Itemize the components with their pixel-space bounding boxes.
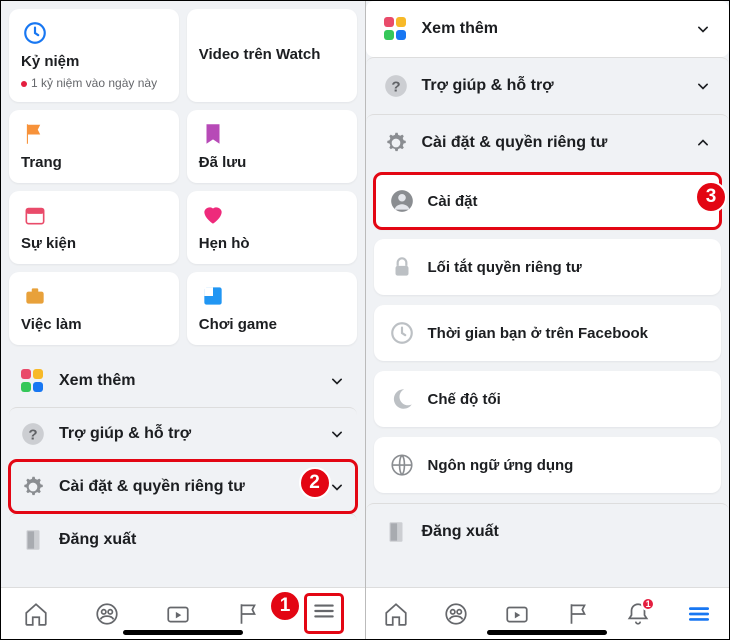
- step-badge-3: 3: [695, 181, 727, 213]
- help-row[interactable]: ? Trợ giúp & hỗ trợ: [366, 57, 730, 114]
- card-label: Sự kiện: [21, 235, 167, 252]
- help-icon: ?: [19, 420, 47, 448]
- tab-watch[interactable]: [164, 600, 192, 628]
- pane-right: Xem thêm ? Trợ giúp & hỗ trợ Cài đặt & q…: [365, 1, 730, 639]
- item-privacy-shortcut[interactable]: Lối tắt quyền riêng tư: [374, 239, 722, 295]
- item-label: Thời gian bạn ở trên Facebook: [428, 325, 649, 342]
- see-more-row[interactable]: Xem thêm: [9, 355, 357, 407]
- card-label: Hẹn hò: [199, 235, 345, 252]
- tab-bar: 1: [1, 587, 365, 639]
- item-label: Cài đặt: [428, 193, 478, 210]
- card-label: Đã lưu: [199, 154, 345, 171]
- see-more-row[interactable]: Xem thêm: [366, 1, 730, 57]
- card-memories[interactable]: Kỷ niệm 1 kỷ niệm vào ngày này: [9, 9, 179, 102]
- card-dating[interactable]: Hẹn hò: [187, 191, 357, 264]
- card-label: Kỷ niệm: [21, 53, 167, 70]
- card-label: Chơi game: [199, 316, 345, 333]
- tab-watch[interactable]: [503, 600, 531, 628]
- item-label: Lối tắt quyền riêng tư: [428, 259, 582, 276]
- card-gaming[interactable]: Chơi game: [187, 272, 357, 345]
- settings-privacy-row[interactable]: Cài đặt & quyền riêng tư 2: [9, 460, 357, 513]
- home-indicator: [123, 630, 243, 635]
- row-label: Trợ giúp & hỗ trợ: [59, 425, 315, 443]
- row-label: Cài đặt & quyền riêng tư: [422, 134, 682, 152]
- card-label: Việc làm: [21, 316, 167, 333]
- row-label: Đăng xuất: [422, 523, 714, 541]
- see-more-icon: [19, 367, 47, 395]
- calendar-icon: [21, 201, 49, 229]
- row-label: Xem thêm: [422, 20, 682, 38]
- card-label: Video trên Watch: [199, 46, 345, 63]
- home-indicator: [487, 630, 607, 635]
- svg-text:?: ?: [391, 78, 400, 95]
- card-jobs[interactable]: Việc làm: [9, 272, 179, 345]
- tab-bar: 1: [366, 587, 730, 639]
- briefcase-icon: [21, 282, 49, 310]
- help-icon: ?: [382, 72, 410, 100]
- door-icon: [382, 518, 410, 546]
- card-watch[interactable]: Video trên Watch: [187, 9, 357, 102]
- card-saved[interactable]: Đã lưu: [187, 110, 357, 183]
- row-label: Cài đặt & quyền riêng tư: [59, 478, 315, 496]
- tab-menu[interactable]: [685, 600, 713, 628]
- card-label: Trang: [21, 154, 167, 171]
- item-label: Chế độ tối: [428, 391, 501, 408]
- row-label: Đăng xuất: [59, 531, 347, 549]
- step-badge-2: 2: [299, 467, 331, 499]
- heart-icon: [199, 201, 227, 229]
- tab-home[interactable]: [22, 600, 50, 628]
- chevron-down-icon: [327, 371, 347, 391]
- settings-submenu: Cài đặt 3 Lối tắt quyền riêng tư Thời gi…: [366, 171, 730, 503]
- svg-text:?: ?: [28, 427, 37, 444]
- item-language[interactable]: Ngôn ngữ ứng dụng: [374, 437, 722, 493]
- tab-menu[interactable]: 1: [305, 594, 343, 633]
- lock-icon: [388, 253, 416, 281]
- item-label: Ngôn ngữ ứng dụng: [428, 457, 574, 474]
- red-dot-icon: [21, 81, 27, 87]
- row-label: Xem thêm: [59, 372, 315, 390]
- chevron-down-icon: [693, 19, 713, 39]
- tab-groups[interactable]: [93, 600, 121, 628]
- chevron-up-icon: [693, 133, 713, 153]
- bookmark-icon: [199, 120, 227, 148]
- tab-flag[interactable]: [234, 600, 262, 628]
- chevron-down-icon: [327, 424, 347, 444]
- gaming-icon: [199, 282, 227, 310]
- step-badge-1: 1: [269, 590, 301, 622]
- tab-home[interactable]: [382, 600, 410, 628]
- settings-privacy-row[interactable]: Cài đặt & quyền riêng tư: [366, 114, 730, 171]
- chevron-down-icon: [693, 76, 713, 96]
- gear-icon: [382, 129, 410, 157]
- card-events[interactable]: Sự kiện: [9, 191, 179, 264]
- clock-icon: [388, 319, 416, 347]
- logout-row[interactable]: Đăng xuất: [9, 513, 357, 566]
- item-dark-mode[interactable]: Chế độ tối: [374, 371, 722, 427]
- card-subtitle: 1 kỷ niệm vào ngày này: [21, 76, 167, 90]
- row-label: Trợ giúp & hỗ trợ: [422, 77, 682, 95]
- profile-gear-icon: [388, 187, 416, 215]
- help-row[interactable]: ? Trợ giúp & hỗ trợ: [9, 407, 357, 460]
- notification-badge: 1: [641, 597, 655, 611]
- logout-row[interactable]: Đăng xuất: [366, 503, 730, 560]
- card-pages[interactable]: Trang: [9, 110, 179, 183]
- flag-icon: [21, 120, 49, 148]
- tab-groups[interactable]: [442, 600, 470, 628]
- item-settings[interactable]: Cài đặt 3: [374, 173, 722, 229]
- door-icon: [19, 526, 47, 554]
- pane-left: Kỷ niệm 1 kỷ niệm vào ngày này Video trê…: [1, 1, 365, 639]
- gear-icon: [19, 473, 47, 501]
- item-time-on-fb[interactable]: Thời gian bạn ở trên Facebook: [374, 305, 722, 361]
- globe-icon: [388, 451, 416, 479]
- moon-icon: [388, 385, 416, 413]
- see-more-icon: [382, 15, 410, 43]
- tab-notifications[interactable]: 1: [624, 600, 652, 628]
- clock-icon: [21, 19, 49, 47]
- menu-grid: Kỷ niệm 1 kỷ niệm vào ngày này Video trê…: [9, 9, 357, 345]
- tab-flag[interactable]: [564, 600, 592, 628]
